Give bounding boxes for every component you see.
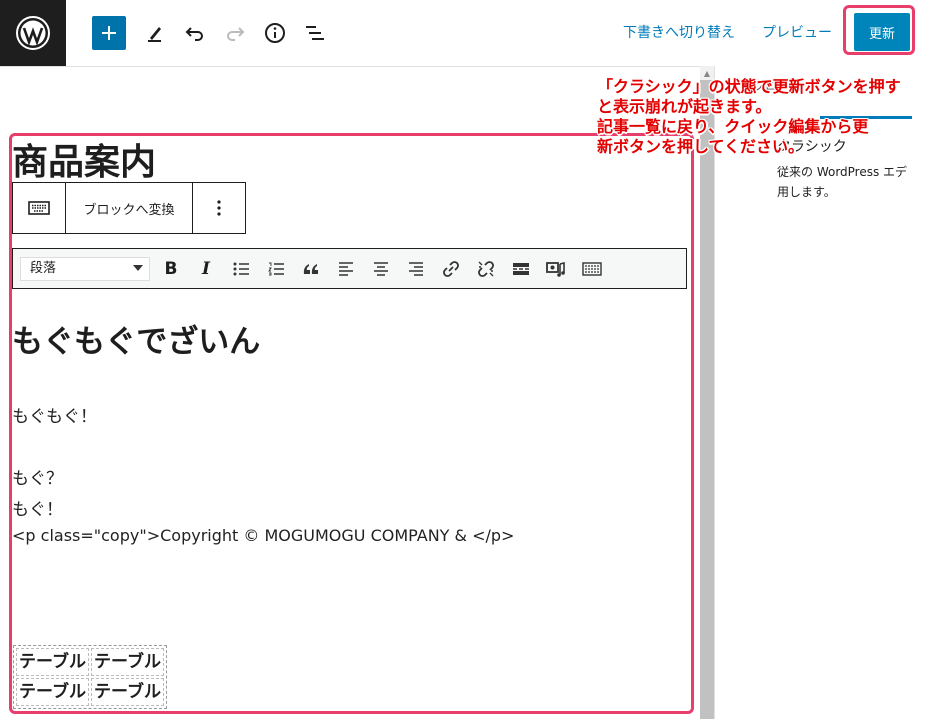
bold-icon[interactable]: B: [160, 258, 182, 280]
read-more-icon[interactable]: [510, 258, 532, 280]
content-paragraph[interactable]: もぐ？: [12, 464, 63, 489]
editor-scrollbar[interactable]: [700, 66, 714, 719]
classic-editor-toolbar: 段落 B I: [12, 248, 687, 289]
undo-button[interactable]: [178, 16, 212, 50]
more-options-icon[interactable]: [193, 183, 245, 233]
table-row: テーブル テーブル: [16, 648, 164, 676]
content-table[interactable]: テーブル テーブル テーブル テーブル: [13, 645, 167, 709]
content-paragraph[interactable]: もぐ！: [12, 495, 63, 520]
add-media-icon[interactable]: [545, 258, 567, 280]
list-view-icon[interactable]: [298, 16, 332, 50]
chevron-down-icon: [133, 265, 143, 271]
table-cell[interactable]: テーブル: [16, 678, 89, 706]
redo-button[interactable]: [218, 16, 252, 50]
info-icon[interactable]: [258, 16, 292, 50]
keyboard-icon[interactable]: [13, 183, 66, 233]
table-cell[interactable]: テーブル: [16, 648, 89, 676]
bullet-list-icon[interactable]: [230, 258, 252, 280]
block-desc-line: 従来の WordPress エデ: [777, 165, 908, 179]
block-card-description: 従来の WordPress エデ 用します。: [777, 162, 933, 202]
callout-line: と表示崩れが起きます。: [597, 97, 772, 116]
table-cell[interactable]: テーブル: [90, 648, 164, 676]
callout-line: 記事一覧に戻り、クイック編集から更: [597, 117, 869, 136]
preview-button[interactable]: プレビュー: [762, 22, 832, 42]
content-paragraph[interactable]: もぐもぐ！: [12, 402, 97, 427]
blockquote-icon[interactable]: [300, 258, 322, 280]
table-row: テーブル テーブル: [16, 678, 164, 706]
insert-link-icon[interactable]: [440, 258, 462, 280]
block-desc-line: 用します。: [777, 185, 836, 199]
toolbar-toggle-icon[interactable]: [581, 258, 603, 280]
format-select[interactable]: 段落: [20, 257, 150, 281]
copyright-source-text[interactable]: <p class="copy">Copyright © MOGUMOGU COM…: [12, 526, 514, 545]
settings-sidebar: ブロ クラシック 従来の WordPress エデ 用します。: [714, 66, 935, 719]
table-cell[interactable]: テーブル: [90, 678, 164, 706]
convert-to-blocks-button[interactable]: ブロックへ変換: [66, 183, 194, 233]
switch-to-draft-button[interactable]: 下書きへ切り替え: [623, 22, 735, 42]
format-select-value: 段落: [30, 261, 57, 276]
top-toolbar: 下書きへ切り替え プレビュー: [0, 0, 935, 67]
numbered-list-icon[interactable]: [265, 258, 287, 280]
align-left-icon[interactable]: [335, 258, 357, 280]
edit-tools-button[interactable]: [138, 16, 172, 50]
content-heading[interactable]: もぐもぐでざいん: [12, 322, 260, 362]
remove-link-icon[interactable]: [475, 258, 497, 280]
align-center-icon[interactable]: [370, 258, 392, 280]
add-block-button[interactable]: [92, 16, 126, 50]
callout-line: 新ボタンを押してください。: [597, 137, 805, 156]
block-toolbar: ブロックへ変換: [12, 182, 246, 234]
italic-icon[interactable]: I: [195, 258, 217, 280]
callout-line: 「クラシック」の状態で更新ボタンを押す: [597, 77, 901, 96]
post-title[interactable]: 商品案内: [12, 140, 156, 186]
update-button[interactable]: 更新: [854, 13, 910, 51]
align-right-icon[interactable]: [405, 258, 427, 280]
warning-callout: 「クラシック」の状態で更新ボタンを押す と表示崩れが起きます。 記事一覧に戻り、…: [597, 77, 929, 157]
wordpress-logo-icon[interactable]: [0, 0, 66, 66]
